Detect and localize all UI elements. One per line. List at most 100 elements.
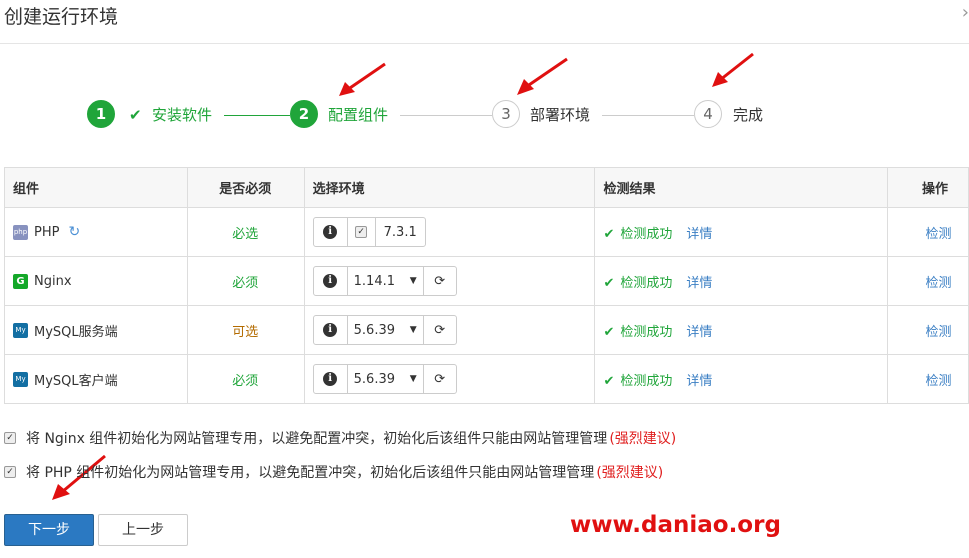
sync-icon: ⟳ [434, 371, 446, 387]
env-selector: i 5.6.39 ▼ ⟳ [312, 315, 457, 345]
check-icon: ✔ [603, 324, 615, 340]
col-header: 检测结果 [594, 167, 889, 208]
check-link[interactable]: 检测 [926, 276, 952, 291]
dialog-header: 创建运行环境 › [0, 0, 969, 44]
dialog-title: 创建运行环境 [4, 6, 119, 28]
check-icon: ✔ [603, 373, 615, 389]
sync-icon: ⟳ [434, 322, 446, 338]
info-button[interactable]: i [314, 316, 348, 344]
components-table: 组件 是否必须 选择环境 检测结果 操作 php PHP ↻ 必选 i ✓ 7.… [4, 167, 969, 404]
info-icon: i [323, 372, 338, 386]
watermark: www.daniao.org [570, 512, 781, 538]
check-icon: ✔ [603, 275, 615, 291]
detail-link[interactable]: 详情 [686, 227, 712, 242]
col-header: 操作 [887, 167, 969, 208]
info-icon: i [323, 274, 338, 288]
info-button[interactable]: i [314, 218, 348, 246]
result-text: 检测成功 [620, 324, 673, 340]
env-selector: i 5.6.39 ▼ ⟳ [312, 364, 457, 394]
stepper: 1 ✔ 安装软件 2 配置组件 3 部署环境 4 完成 [0, 98, 969, 134]
step-2-label: 配置组件 [328, 106, 389, 124]
detail-link[interactable]: 详情 [686, 325, 712, 340]
check-link[interactable]: 检测 [926, 374, 952, 389]
step-3-number: 3 [492, 100, 520, 128]
table-row: G Nginx 必须 i 1.14.1 ▼ ⟳ ✔ 检测成功 详情 检测 [4, 256, 969, 306]
table-row: My MySQL服务端 可选 i 5.6.39 ▼ ⟳ ✔ 检测成功 详情 检测 [4, 305, 969, 355]
step-connector [224, 115, 290, 116]
caret-down-icon: ▼ [409, 374, 417, 384]
version-value: 5.6.39 [353, 371, 396, 387]
caret-down-icon: ▼ [409, 276, 417, 286]
version-value: 7.3.1 [383, 224, 417, 240]
table-header-row: 组件 是否必须 选择环境 检测结果 操作 [4, 167, 969, 208]
result-text: 检测成功 [620, 373, 673, 389]
component-name: PHP [34, 224, 60, 240]
mysql-icon: My [13, 322, 28, 338]
step-connector [602, 115, 694, 116]
version-checkbox[interactable]: ✓ [348, 218, 376, 246]
nginx-icon: G [13, 273, 28, 289]
result-text: 检测成功 [620, 275, 673, 291]
step-1-label: 安装软件 [152, 106, 213, 124]
recommend-note: (强烈建议) [596, 465, 664, 481]
step-connector [400, 115, 492, 116]
component-name: MySQL客户端 [34, 373, 118, 389]
refresh-icon[interactable]: ↻ [68, 224, 80, 240]
prev-button[interactable]: 上一步 [98, 514, 188, 546]
info-icon: i [323, 323, 338, 337]
table-row: php PHP ↻ 必选 i ✓ 7.3.1 ✔ 检测成功 详情 检测 [4, 207, 969, 257]
step-4-label: 完成 [733, 106, 764, 124]
check-icon: ✔ [603, 226, 615, 242]
recommend-note: (强烈建议) [609, 431, 677, 447]
php-init-option[interactable]: ✓ 将 PHP 组件初始化为网站管理专用，以避免配置冲突，初始化后该组件只能由网… [4, 462, 663, 482]
detail-link[interactable]: 详情 [686, 374, 712, 389]
col-header: 选择环境 [303, 167, 596, 208]
check-link[interactable]: 检测 [926, 227, 952, 242]
version-dropdown[interactable]: 1.14.1 ▼ [348, 267, 424, 295]
step-2-number: 2 [290, 100, 318, 128]
sync-button[interactable]: ⟳ [424, 365, 456, 393]
check-link[interactable]: 检测 [926, 325, 952, 340]
version-value: 5.6.39 [353, 322, 396, 338]
next-button[interactable]: 下一步 [4, 514, 94, 546]
version-value: 1.14.1 [353, 273, 396, 289]
red-arrow-icon [517, 57, 568, 95]
step-1-number: 1 [87, 100, 115, 128]
create-env-dialog: 创建运行环境 › 1 ✔ 安装软件 2 配置组件 3 部署环境 4 完成 组件 … [0, 0, 969, 558]
step-3-label: 部署环境 [530, 106, 591, 124]
checkbox-checked-icon: ✓ [355, 226, 368, 238]
required-value: 必须 [186, 256, 305, 306]
option-text: 将 PHP 组件初始化为网站管理专用，以避免配置冲突，初始化后该组件只能由网站管… [26, 465, 595, 481]
sync-icon: ⟳ [434, 273, 446, 289]
detail-link[interactable]: 详情 [686, 276, 712, 291]
col-header: 是否必须 [186, 167, 305, 208]
env-selector: i ✓ 7.3.1 [312, 217, 426, 247]
component-name: Nginx [34, 273, 72, 289]
step-4-number: 4 [694, 100, 722, 128]
check-icon: ✔ [129, 106, 142, 124]
col-header: 组件 [4, 167, 188, 208]
result-text: 检测成功 [620, 226, 673, 242]
checkbox-checked-icon[interactable]: ✓ [4, 432, 16, 444]
nginx-init-option[interactable]: ✓ 将 Nginx 组件初始化为网站管理专用，以避免配置冲突，初始化后该组件只能… [4, 428, 676, 448]
required-value: 可选 [186, 305, 305, 355]
table-row: My MySQL客户端 必须 i 5.6.39 ▼ ⟳ ✔ 检测成功 详情 检测 [4, 354, 969, 404]
php-icon: php [13, 224, 28, 240]
caret-down-icon: ▼ [409, 325, 417, 335]
version-dropdown[interactable]: 5.6.39 ▼ [348, 316, 424, 344]
info-icon: i [323, 225, 338, 239]
required-value: 必须 [186, 354, 305, 404]
checkbox-checked-icon[interactable]: ✓ [4, 466, 16, 478]
version-dropdown[interactable]: 5.6.39 ▼ [348, 365, 424, 393]
sync-button[interactable]: ⟳ [424, 267, 456, 295]
info-button[interactable]: i [314, 267, 348, 295]
info-button[interactable]: i [314, 365, 348, 393]
close-icon[interactable]: › [962, 2, 969, 23]
mysql-icon: My [13, 371, 28, 387]
sync-button[interactable]: ⟳ [424, 316, 456, 344]
red-arrow-icon [712, 52, 754, 87]
component-name: MySQL服务端 [34, 324, 118, 340]
red-arrow-icon [339, 62, 386, 96]
env-selector: i 1.14.1 ▼ ⟳ [312, 266, 457, 296]
option-text: 将 Nginx 组件初始化为网站管理专用，以避免配置冲突，初始化后该组件只能由网… [26, 431, 608, 447]
